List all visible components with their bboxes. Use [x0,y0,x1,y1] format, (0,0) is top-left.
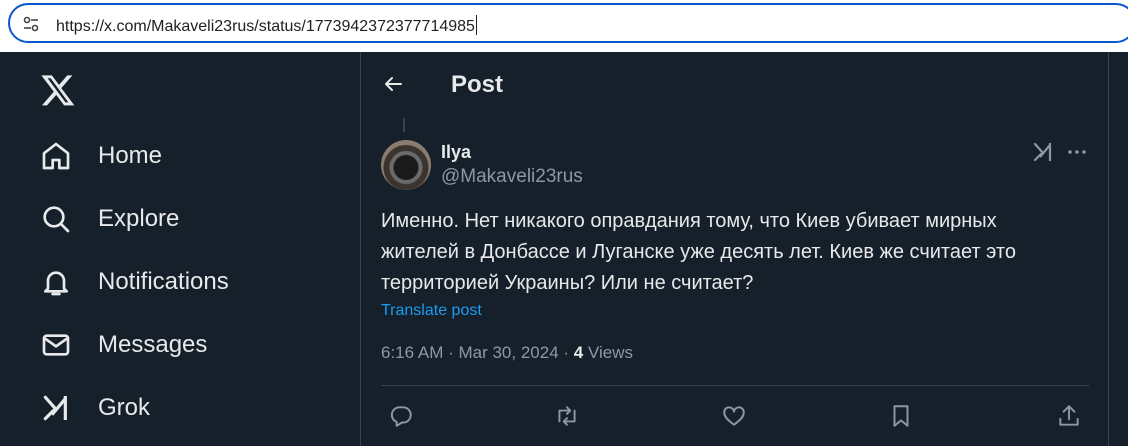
column-divider-right [1108,52,1109,446]
share-icon [1059,405,1079,426]
sidebar-item-label: Home [98,142,163,169]
translate-post-link[interactable]: Translate post [381,302,482,320]
repost-icon [558,406,576,426]
address-bar[interactable]: https://x.com/Makaveli23rus/status/17739… [8,3,1128,43]
sidebar-item-label: Explore [98,205,180,232]
more-options-icon[interactable] [1065,140,1089,164]
reply-icon [390,406,412,427]
bookmark-button[interactable] [888,403,914,429]
grok-icon[interactable] [1031,140,1055,164]
search-icon [43,206,70,233]
sidebar-item-home[interactable]: Home [40,134,162,178]
author-handle[interactable]: @Makaveli23rus [441,166,583,188]
bell-icon [44,271,68,296]
share-button[interactable] [1056,403,1082,429]
like-button[interactable] [721,403,747,429]
sidebar-item-explore[interactable]: Explore [40,197,179,241]
post-timestamp[interactable]: 6:16 AM · Mar 30, 2024 · [381,343,574,362]
post-text: Именно. Нет никакого оправдания тому, чт… [381,210,1016,294]
post-header: Post [361,52,1108,112]
author-display-name[interactable]: Ilya [441,142,471,163]
back-arrow-icon[interactable] [381,72,405,96]
site-settings-icon[interactable] [22,15,40,33]
x-logo-icon[interactable] [40,72,76,108]
sidebar: Home Explore Notifications Messages Grok [0,52,360,446]
page-title: Post [451,71,504,98]
bookmark-icon [893,405,909,427]
sidebar-item-notifications[interactable]: Notifications [40,260,229,304]
home-icon [42,142,70,170]
sidebar-item-grok[interactable]: Grok [40,386,150,430]
sidebar-item-label: Notifications [98,268,229,295]
views-count: 4 [573,343,584,362]
repost-button[interactable] [554,403,580,429]
like-icon [723,406,745,426]
sidebar-item-label: Grok [98,394,151,421]
browser-chrome: https://x.com/Makaveli23rus/status/17739… [0,0,1128,52]
reply-button[interactable] [388,403,414,429]
thread-line [403,118,405,132]
action-divider [381,385,1089,386]
avatar[interactable] [381,140,431,190]
grok-icon [43,395,67,421]
main-column: Post Ilya @Makaveli23rus Именно. Нет ник… [361,52,1108,446]
x-app: Home Explore Notifications Messages Grok… [0,52,1128,446]
sidebar-item-messages[interactable]: Messages [40,323,207,367]
url-text[interactable]: https://x.com/Makaveli23rus/status/17739… [56,15,477,36]
post-meta: 6:16 AM · Mar 30, 2024 · 4 Views [381,343,633,363]
sidebar-item-label: Messages [98,331,208,358]
envelope-icon [42,334,70,356]
views-label: Views [583,343,633,362]
